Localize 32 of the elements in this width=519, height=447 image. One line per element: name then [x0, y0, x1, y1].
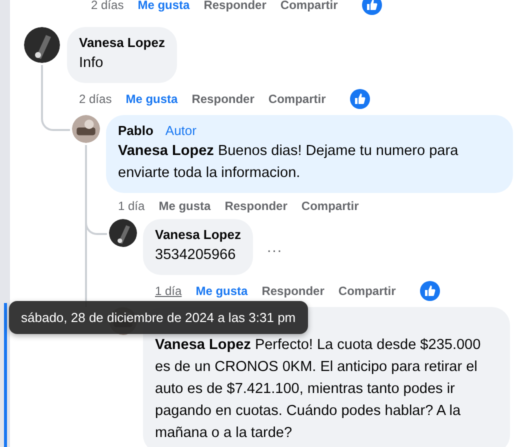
- author-label: Autor: [165, 123, 196, 138]
- like-link[interactable]: Me gusta: [196, 284, 248, 298]
- reply-link[interactable]: Responder: [204, 0, 266, 12]
- like-link[interactable]: Me gusta: [138, 0, 190, 12]
- author-name[interactable]: Vanesa Lopez: [155, 227, 241, 242]
- like-icon[interactable]: [420, 281, 440, 301]
- timestamp-link[interactable]: 1 día: [118, 199, 145, 213]
- like-icon[interactable]: [362, 0, 382, 15]
- comment-text: Vanesa Lopez Buenos dias! Dejame tu numero para enviarte toda la informacion.: [118, 142, 460, 183]
- more-options[interactable]: ...: [266, 238, 282, 256]
- reply-link[interactable]: Responder: [192, 92, 254, 106]
- like-link[interactable]: Me gusta: [158, 199, 211, 213]
- share-link[interactable]: Compartir: [338, 284, 396, 298]
- timestamp-link[interactable]: 2 días: [79, 92, 112, 106]
- comment-text: Vanesa Lopez Perfecto! La cuota desde $235.000 es de un CRONOS 0KM. El anticipo para retirar el auto es de $7.421.100, mientras tanto podes ir pagando en cuotas. Cuándo podes hablar? A la mañana o a la tarde?: [155, 336, 482, 443]
- timestamp-link[interactable]: 1 día: [155, 284, 182, 298]
- author-name[interactable]: Pablo: [118, 123, 154, 138]
- like-icon[interactable]: [350, 89, 370, 109]
- timestamp-link[interactable]: 2 días: [91, 0, 124, 12]
- date-tooltip: sábado, 28 de diciembre de 2024 a las 3:31 pm: [9, 301, 308, 334]
- reply-link[interactable]: Responder: [262, 284, 324, 298]
- comment-text: 3534205966: [155, 246, 237, 265]
- share-link[interactable]: Compartir: [301, 199, 359, 213]
- comment-text: Info: [79, 54, 104, 73]
- avatar: [109, 219, 137, 247]
- avatar: [24, 27, 60, 63]
- share-link[interactable]: Compartir: [280, 0, 338, 12]
- reply-link[interactable]: Responder: [224, 199, 288, 213]
- share-link[interactable]: Compartir: [268, 92, 326, 106]
- like-link[interactable]: Me gusta: [126, 92, 178, 106]
- avatar: [72, 115, 100, 143]
- author-name[interactable]: Vanesa Lopez: [79, 35, 165, 50]
